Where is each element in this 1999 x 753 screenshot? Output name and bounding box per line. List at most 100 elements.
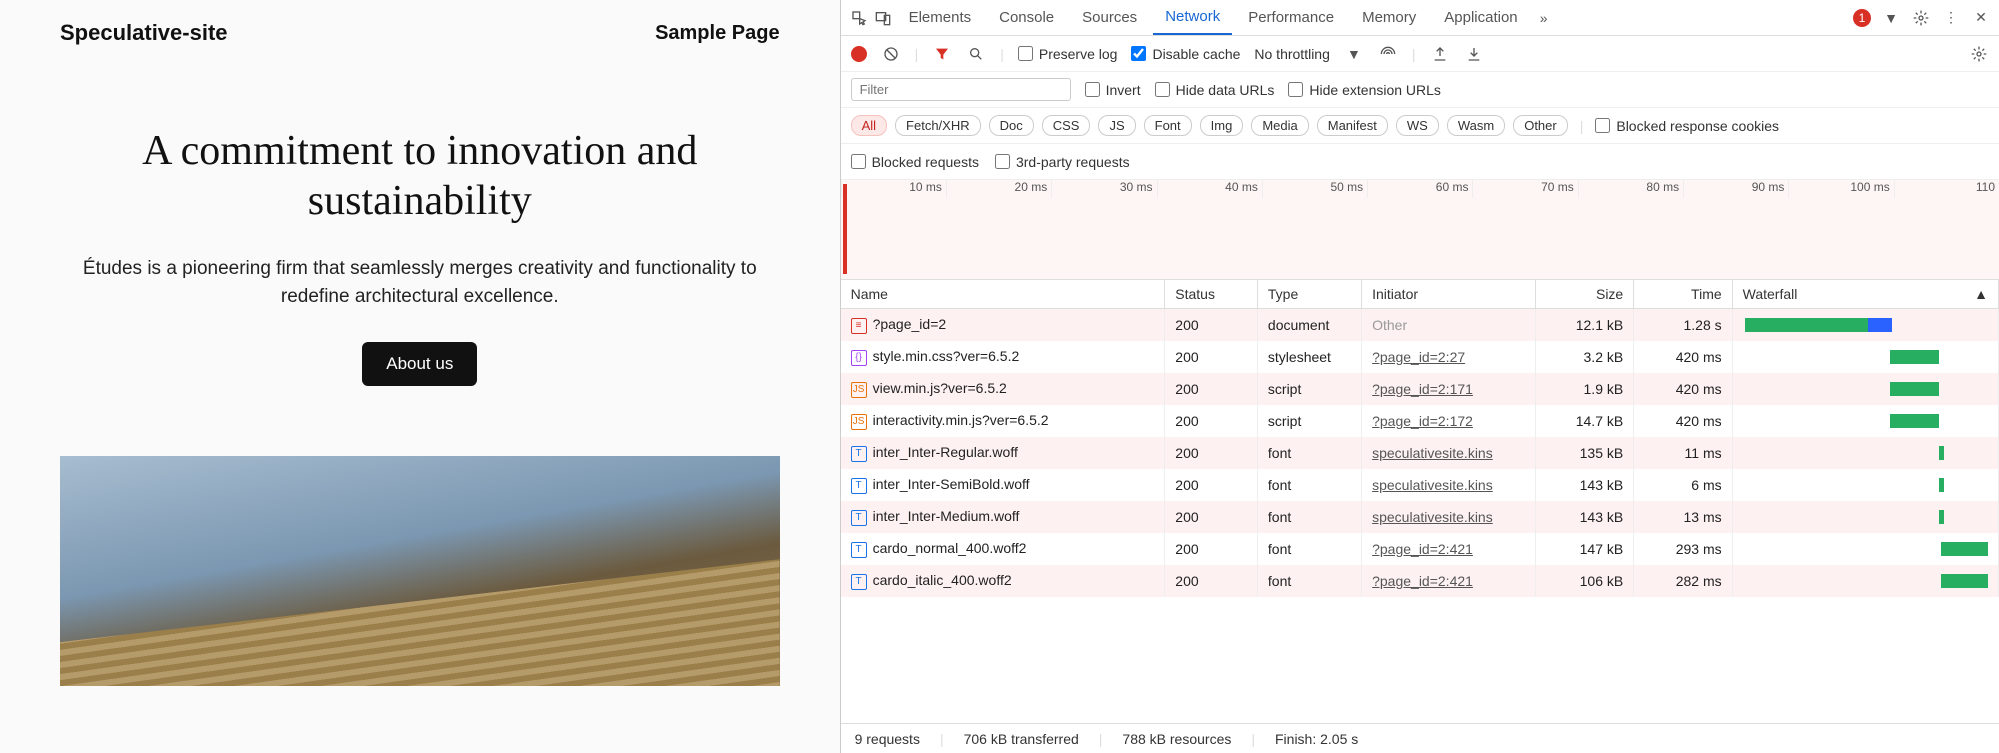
settings-icon[interactable] (1969, 44, 1989, 64)
file-type-icon: {} (851, 350, 867, 366)
hide-extension-urls-checkbox[interactable]: Hide extension URLs (1288, 82, 1441, 98)
close-icon[interactable]: ✕ (1971, 8, 1991, 28)
cell-initiator[interactable]: ?page_id=2:172 (1362, 405, 1536, 437)
pill-font[interactable]: Font (1144, 115, 1192, 136)
kebab-menu-icon[interactable]: ⋮ (1941, 8, 1961, 28)
network-row[interactable]: {}style.min.css?ver=6.5.2200stylesheet?p… (841, 341, 1999, 373)
cell-initiator[interactable]: ?page_id=2:171 (1362, 373, 1536, 405)
disable-cache-label: Disable cache (1152, 46, 1240, 62)
network-table-wrap[interactable]: NameStatusTypeInitiatorSizeTimeWaterfall… (841, 280, 1999, 723)
chevron-down-icon[interactable]: ▼ (1881, 8, 1901, 28)
timeline-tick: 80 ms (1578, 180, 1683, 198)
pill-wasm[interactable]: Wasm (1447, 115, 1505, 136)
pill-media[interactable]: Media (1251, 115, 1308, 136)
column-header[interactable]: Size (1535, 280, 1633, 309)
record-button[interactable] (851, 46, 867, 62)
about-us-button[interactable]: About us (362, 342, 477, 386)
network-conditions-icon[interactable] (1378, 44, 1398, 64)
network-row[interactable]: Tinter_Inter-Regular.woff200fontspeculat… (841, 437, 1999, 469)
device-toggle-icon[interactable] (873, 8, 893, 28)
pill-other[interactable]: Other (1513, 115, 1568, 136)
hide-data-urls-checkbox[interactable]: Hide data URLs (1155, 82, 1275, 98)
pill-all[interactable]: All (851, 115, 887, 136)
cell-name[interactable]: Tcardo_normal_400.woff2 (841, 533, 1165, 565)
column-header[interactable]: Name (841, 280, 1165, 309)
network-statusbar: 9 requests | 706 kB transferred | 788 kB… (841, 723, 1999, 753)
settings-icon[interactable] (1911, 8, 1931, 28)
pill-fetch-xhr[interactable]: Fetch/XHR (895, 115, 981, 136)
upload-icon[interactable] (1430, 44, 1450, 64)
cell-waterfall (1732, 373, 1998, 405)
timeline-overview[interactable]: 10 ms20 ms30 ms40 ms50 ms60 ms70 ms80 ms… (841, 180, 1999, 280)
pill-ws[interactable]: WS (1396, 115, 1439, 136)
inspect-icon[interactable] (849, 8, 869, 28)
column-header[interactable]: Type (1257, 280, 1361, 309)
column-header[interactable]: Time (1634, 280, 1732, 309)
invert-checkbox[interactable]: Invert (1085, 82, 1141, 98)
nav-sample-page[interactable]: Sample Page (655, 22, 780, 45)
network-row[interactable]: Tcardo_normal_400.woff2200font?page_id=2… (841, 533, 1999, 565)
network-row[interactable]: JSinteractivity.min.js?ver=6.5.2200scrip… (841, 405, 1999, 437)
cell-initiator[interactable]: speculativesite.kins (1362, 501, 1536, 533)
more-tabs-icon[interactable]: » (1534, 8, 1554, 28)
tab-memory[interactable]: Memory (1350, 1, 1428, 34)
tab-network[interactable]: Network (1153, 0, 1232, 35)
blocked-requests-checkbox[interactable]: Blocked requests (851, 154, 979, 170)
timeline-tick: 50 ms (1262, 180, 1367, 198)
disable-cache-checkbox[interactable]: Disable cache (1131, 46, 1240, 62)
preserve-log-checkbox[interactable]: Preserve log (1018, 46, 1118, 62)
cell-initiator[interactable]: ?page_id=2:421 (1362, 533, 1536, 565)
cell-time: 293 ms (1634, 533, 1732, 565)
pill-js[interactable]: JS (1098, 115, 1135, 136)
cell-name[interactable]: ≡?page_id=2 (841, 309, 1165, 342)
network-row[interactable]: Tinter_Inter-Medium.woff200fontspeculati… (841, 501, 1999, 533)
cell-name[interactable]: Tinter_Inter-Regular.woff (841, 437, 1165, 469)
cell-time: 11 ms (1634, 437, 1732, 469)
cell-name[interactable]: Tinter_Inter-SemiBold.woff (841, 469, 1165, 501)
error-count-badge[interactable]: 1 (1853, 9, 1871, 27)
timeline-tick: 90 ms (1683, 180, 1788, 198)
cell-name[interactable]: JSinteractivity.min.js?ver=6.5.2 (841, 405, 1165, 437)
network-row[interactable]: JSview.min.js?ver=6.5.2200script?page_id… (841, 373, 1999, 405)
timeline-marker (843, 184, 847, 274)
cell-initiator[interactable]: ?page_id=2:27 (1362, 341, 1536, 373)
pill-doc[interactable]: Doc (989, 115, 1034, 136)
status-requests: 9 requests (855, 731, 920, 747)
chevron-down-icon[interactable]: ▼ (1344, 44, 1364, 64)
cell-time: 13 ms (1634, 501, 1732, 533)
cell-name[interactable]: Tinter_Inter-Medium.woff (841, 501, 1165, 533)
blocked-cookies-checkbox[interactable]: Blocked response cookies (1595, 118, 1779, 134)
cell-name[interactable]: Tcardo_italic_400.woff2 (841, 565, 1165, 597)
site-title[interactable]: Speculative-site (60, 20, 228, 46)
tab-application[interactable]: Application (1432, 1, 1529, 34)
column-header[interactable]: Initiator (1362, 280, 1536, 309)
tab-elements[interactable]: Elements (897, 1, 984, 34)
filter-input[interactable] (851, 78, 1071, 101)
download-icon[interactable] (1464, 44, 1484, 64)
filter-icon[interactable] (932, 44, 952, 64)
cell-initiator[interactable]: Other (1362, 309, 1536, 342)
search-icon[interactable] (966, 44, 986, 64)
third-party-checkbox[interactable]: 3rd-party requests (995, 154, 1130, 170)
cell-status: 200 (1165, 469, 1258, 501)
network-row[interactable]: Tinter_Inter-SemiBold.woff200fontspecula… (841, 469, 1999, 501)
cell-name[interactable]: {}style.min.css?ver=6.5.2 (841, 341, 1165, 373)
pill-css[interactable]: CSS (1042, 115, 1091, 136)
pill-manifest[interactable]: Manifest (1317, 115, 1388, 136)
column-header[interactable]: Waterfall▲ (1732, 280, 1998, 309)
network-row[interactable]: Tcardo_italic_400.woff2200font?page_id=2… (841, 565, 1999, 597)
cell-name[interactable]: JSview.min.js?ver=6.5.2 (841, 373, 1165, 405)
cell-status: 200 (1165, 373, 1258, 405)
cell-initiator[interactable]: speculativesite.kins (1362, 469, 1536, 501)
tab-performance[interactable]: Performance (1236, 1, 1346, 34)
pill-img[interactable]: Img (1200, 115, 1244, 136)
throttling-select[interactable]: No throttling (1254, 46, 1329, 62)
tab-console[interactable]: Console (987, 1, 1066, 34)
column-header[interactable]: Status (1165, 280, 1258, 309)
cell-waterfall (1732, 469, 1998, 501)
clear-icon[interactable] (881, 44, 901, 64)
tab-sources[interactable]: Sources (1070, 1, 1149, 34)
cell-initiator[interactable]: speculativesite.kins (1362, 437, 1536, 469)
network-row[interactable]: ≡?page_id=2200documentOther12.1 kB1.28 s (841, 309, 1999, 342)
cell-initiator[interactable]: ?page_id=2:421 (1362, 565, 1536, 597)
